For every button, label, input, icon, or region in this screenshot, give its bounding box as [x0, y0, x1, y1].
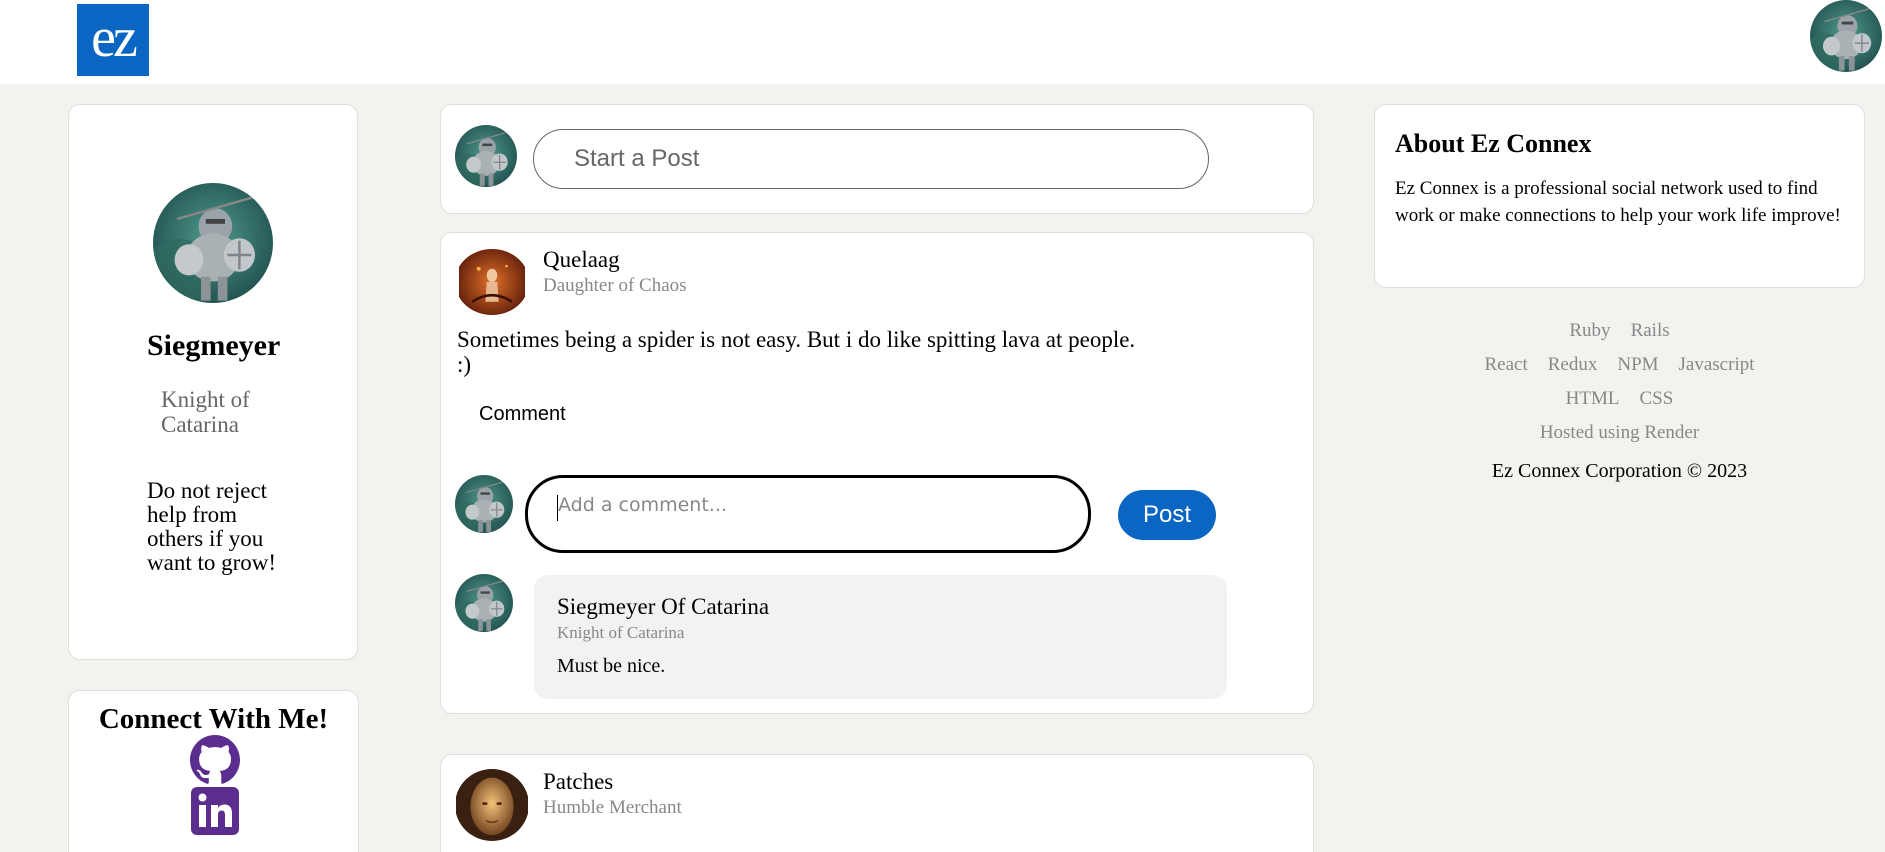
ez-logo[interactable]: ez	[77, 4, 149, 76]
footer-link-redux[interactable]: Redux	[1548, 348, 1598, 382]
nav-profile-avatar[interactable]	[1810, 0, 1882, 72]
linkedin-icon[interactable]	[190, 786, 240, 836]
post-card: Quelaag Daughter of Chaos Sometimes bein…	[440, 232, 1314, 714]
post-comment-button[interactable]: Post	[1118, 490, 1216, 540]
comment-composer-avatar[interactable]	[455, 475, 513, 533]
footer-link-rails[interactable]: Rails	[1631, 314, 1670, 348]
comment-button[interactable]: Comment	[479, 403, 566, 426]
profile-card: Siegmeyer Knight of Catarina Do not reje…	[68, 104, 358, 660]
spider-avatar	[459, 249, 525, 315]
post-card: Patches Humble Merchant	[440, 754, 1314, 852]
copyright: Ez Connex Corporation © 2023	[1491, 460, 1748, 482]
post-author-avatar[interactable]	[455, 249, 529, 315]
comment-text: Must be nice.	[557, 655, 666, 677]
post-author-headline: Humble Merchant	[543, 797, 682, 818]
profile-bio: Do not reject help from others if you wa…	[147, 478, 277, 575]
footer-link-npm[interactable]: NPM	[1617, 348, 1658, 382]
composer-avatar[interactable]	[455, 125, 517, 187]
comment-author-avatar[interactable]	[455, 574, 513, 632]
footer-row: Ruby Rails	[1374, 314, 1865, 348]
merchant-avatar	[456, 769, 528, 841]
footer-link-html[interactable]: HTML	[1566, 382, 1620, 416]
connect-card: Connect With Me!	[68, 690, 359, 852]
comment-input[interactable]: Add a comment...	[525, 475, 1091, 553]
footer-row: HTML CSS	[1374, 382, 1865, 416]
footer-links: Ruby Rails React Redux NPM Javascript HTML CS…	[1374, 314, 1865, 450]
footer-link-react[interactable]: React	[1484, 348, 1527, 382]
footer-link-javascript[interactable]: Javascript	[1679, 348, 1755, 382]
post-author-avatar[interactable]	[455, 769, 529, 841]
post-author-name[interactable]: Patches	[543, 769, 613, 795]
post-body-line: :)	[457, 352, 472, 377]
post-body-line: Sometimes being a spider is not easy. Bu…	[457, 327, 1136, 352]
connect-title: Connect With Me!	[98, 703, 329, 735]
profile-headline: Knight of Catarina	[161, 387, 250, 437]
footer-link-css[interactable]: CSS	[1640, 382, 1674, 416]
top-navbar: ez	[0, 0, 1885, 84]
footer-link-render[interactable]: Hosted using Render	[1540, 416, 1699, 450]
profile-avatar[interactable]	[153, 183, 273, 303]
about-title: About Ez Connex	[1395, 129, 1592, 158]
footer-row: React Redux NPM Javascript	[1374, 348, 1865, 382]
comment-author-name[interactable]: Siegmeyer Of Catarina	[557, 594, 769, 620]
start-post-input[interactable]: Start a Post	[533, 129, 1209, 189]
profile-name: Siegmeyer	[147, 329, 281, 362]
footer-link-ruby[interactable]: Ruby	[1569, 314, 1610, 348]
github-icon[interactable]	[190, 735, 240, 785]
post-body: Sometimes being a spider is not easy. Bu…	[457, 327, 1217, 377]
footer-row: Hosted using Render	[1374, 416, 1865, 450]
post-author-name[interactable]: Quelaag	[543, 247, 620, 273]
start-post-card: Start a Post	[440, 104, 1314, 214]
post-author-headline: Daughter of Chaos	[543, 275, 687, 296]
about-card: About Ez Connex Ez Connex is a professio…	[1374, 104, 1865, 288]
comment-author-headline: Knight of Catarina	[557, 623, 685, 642]
comment-item: Siegmeyer Of Catarina Knight of Catarina…	[534, 575, 1227, 699]
about-text: Ez Connex is a professional social netwo…	[1395, 178, 1841, 226]
